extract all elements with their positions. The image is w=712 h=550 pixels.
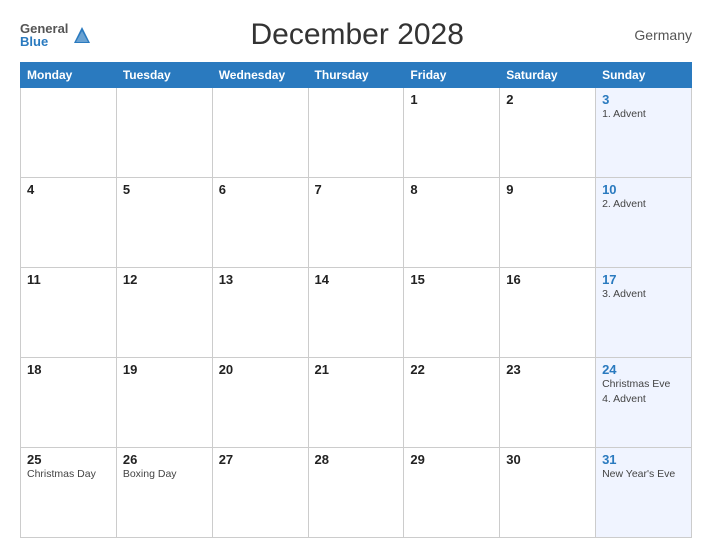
day-cell xyxy=(308,88,404,178)
logo: General Blue xyxy=(20,22,92,48)
day-number: 16 xyxy=(506,272,589,287)
day-cell: 102. Advent xyxy=(596,178,692,268)
day-cell: 15 xyxy=(404,268,500,358)
day-cell: 24Christmas Eve4. Advent xyxy=(596,358,692,448)
day-cell: 25Christmas Day xyxy=(21,448,117,538)
day-cell: 26Boxing Day xyxy=(116,448,212,538)
day-cell: 23 xyxy=(500,358,596,448)
logo-icon xyxy=(72,25,92,45)
day-number: 2 xyxy=(506,92,589,107)
day-cell: 18 xyxy=(21,358,117,448)
day-number: 5 xyxy=(123,182,206,197)
day-number: 28 xyxy=(315,452,398,467)
day-number: 22 xyxy=(410,362,493,377)
week-row-1: 1231. Advent xyxy=(21,88,692,178)
day-number: 26 xyxy=(123,452,206,467)
day-number: 3 xyxy=(602,92,685,107)
weekday-tuesday: Tuesday xyxy=(116,63,212,88)
header: General Blue December 2028 Germany xyxy=(20,18,692,52)
holiday-name: 4. Advent xyxy=(602,393,685,407)
day-cell: 9 xyxy=(500,178,596,268)
weekday-monday: Monday xyxy=(21,63,117,88)
day-number: 6 xyxy=(219,182,302,197)
holiday-name: Christmas Day xyxy=(27,468,110,482)
day-number: 15 xyxy=(410,272,493,287)
day-number: 1 xyxy=(410,92,493,107)
day-number: 7 xyxy=(315,182,398,197)
day-number: 10 xyxy=(602,182,685,197)
day-cell: 30 xyxy=(500,448,596,538)
holiday-name: Boxing Day xyxy=(123,468,206,482)
day-number: 21 xyxy=(315,362,398,377)
holiday-name: 1. Advent xyxy=(602,108,685,122)
holiday-name: New Year's Eve xyxy=(602,468,685,482)
day-number: 20 xyxy=(219,362,302,377)
day-cell: 12 xyxy=(116,268,212,358)
country-label: Germany xyxy=(622,27,692,43)
day-number: 23 xyxy=(506,362,589,377)
day-cell: 11 xyxy=(21,268,117,358)
day-number: 14 xyxy=(315,272,398,287)
day-number: 29 xyxy=(410,452,493,467)
day-cell: 173. Advent xyxy=(596,268,692,358)
day-cell: 7 xyxy=(308,178,404,268)
holiday-name: Christmas Eve xyxy=(602,378,685,392)
day-number: 27 xyxy=(219,452,302,467)
day-cell: 28 xyxy=(308,448,404,538)
day-cell: 8 xyxy=(404,178,500,268)
day-cell: 2 xyxy=(500,88,596,178)
holiday-name: 3. Advent xyxy=(602,288,685,302)
day-cell: 21 xyxy=(308,358,404,448)
day-cell: 19 xyxy=(116,358,212,448)
weekday-friday: Friday xyxy=(404,63,500,88)
week-row-3: 11 12 13 14 15 16 173. Advent xyxy=(21,268,692,358)
day-cell xyxy=(21,88,117,178)
day-cell: 29 xyxy=(404,448,500,538)
day-number: 8 xyxy=(410,182,493,197)
logo-blue-text: Blue xyxy=(20,35,48,48)
day-number: 13 xyxy=(219,272,302,287)
weekday-header-row: MondayTuesdayWednesdayThursdayFridaySatu… xyxy=(21,63,692,88)
day-number: 18 xyxy=(27,362,110,377)
day-cell: 14 xyxy=(308,268,404,358)
day-number: 31 xyxy=(602,452,685,467)
day-cell: 16 xyxy=(500,268,596,358)
day-cell: 13 xyxy=(212,268,308,358)
day-number: 25 xyxy=(27,452,110,467)
week-row-5: 25Christmas Day26Boxing Day2728293031New… xyxy=(21,448,692,538)
day-cell: 31. Advent xyxy=(596,88,692,178)
day-cell: 27 xyxy=(212,448,308,538)
calendar-page: General Blue December 2028 Germany Monda… xyxy=(0,0,712,550)
day-number: 12 xyxy=(123,272,206,287)
day-cell: 20 xyxy=(212,358,308,448)
weekday-wednesday: Wednesday xyxy=(212,63,308,88)
day-cell: 22 xyxy=(404,358,500,448)
day-cell: 4 xyxy=(21,178,117,268)
day-number: 17 xyxy=(602,272,685,287)
holiday-name: 2. Advent xyxy=(602,198,685,212)
day-cell: 5 xyxy=(116,178,212,268)
day-cell: 31New Year's Eve xyxy=(596,448,692,538)
day-cell xyxy=(212,88,308,178)
day-cell: 6 xyxy=(212,178,308,268)
weekday-sunday: Sunday xyxy=(596,63,692,88)
week-row-4: 18 19 20 21 22 23 24Christmas Eve4. Advent xyxy=(21,358,692,448)
weekday-saturday: Saturday xyxy=(500,63,596,88)
day-number: 11 xyxy=(27,272,110,287)
calendar-table: MondayTuesdayWednesdayThursdayFridaySatu… xyxy=(20,62,692,538)
day-cell xyxy=(116,88,212,178)
weekday-thursday: Thursday xyxy=(308,63,404,88)
day-number: 4 xyxy=(27,182,110,197)
day-number: 24 xyxy=(602,362,685,377)
week-row-2: 456789 102. Advent xyxy=(21,178,692,268)
day-cell: 1 xyxy=(404,88,500,178)
day-number: 9 xyxy=(506,182,589,197)
day-number: 19 xyxy=(123,362,206,377)
day-number: 30 xyxy=(506,452,589,467)
calendar-title: December 2028 xyxy=(92,18,622,52)
